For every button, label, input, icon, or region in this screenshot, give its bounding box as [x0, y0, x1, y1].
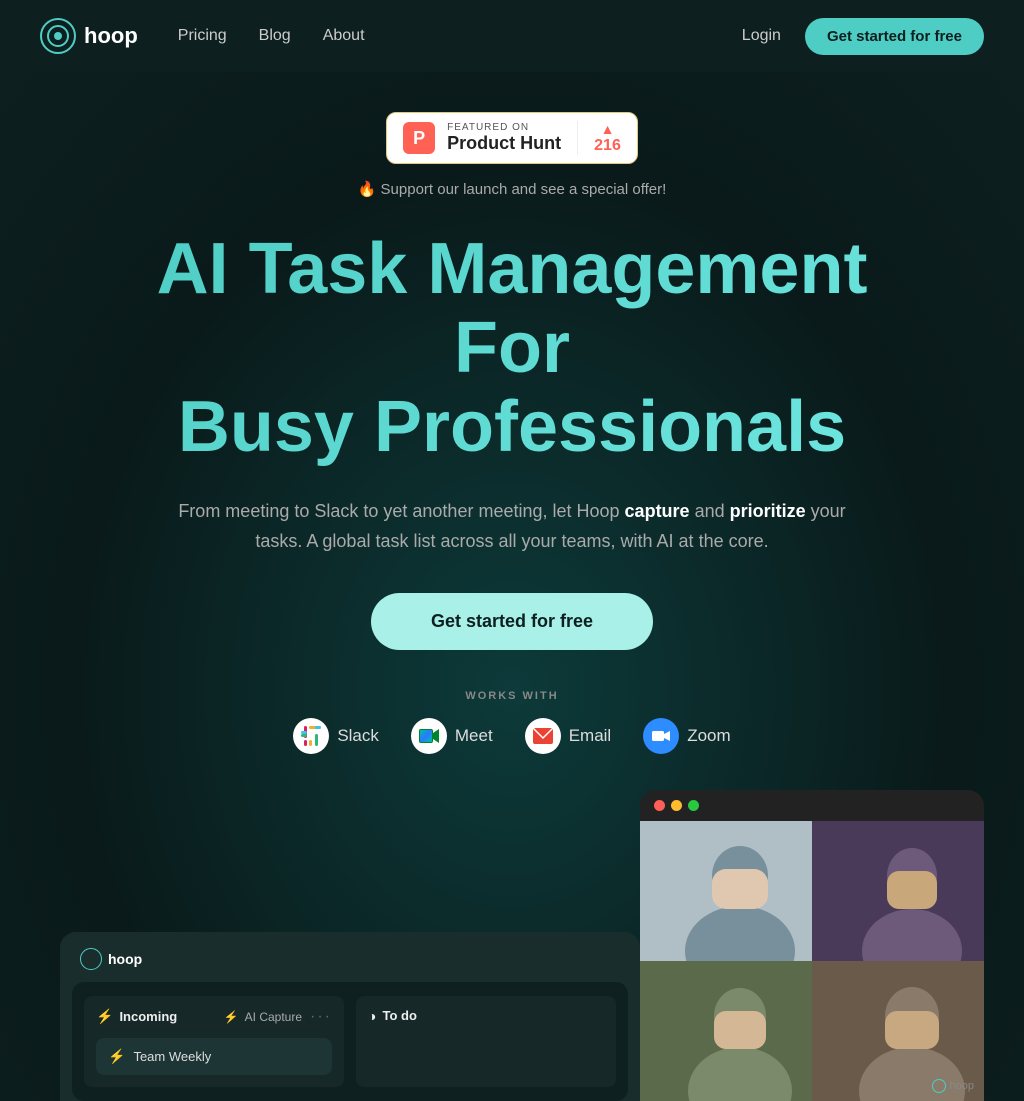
hero-subtext: From meeting to Slack to yet another mee… [172, 496, 852, 557]
ph-vote-count: 216 [594, 137, 621, 155]
task-label: Team Weekly [133, 1049, 211, 1064]
integration-zoom: Zoom [643, 718, 730, 754]
nav-link-blog[interactable]: Blog [259, 27, 291, 45]
email-label: Email [569, 726, 612, 746]
logo[interactable]: hoop [40, 18, 138, 54]
meet-icon [411, 718, 447, 754]
task-team-weekly[interactable]: ⚡ Team Weekly [96, 1038, 332, 1075]
app-col-incoming: ⚡ Incoming ⚡ AI Capture ··· ⚡ [84, 996, 344, 1087]
zoom-label: Zoom [687, 726, 730, 746]
hero-heading-line2: Busy Professionals [178, 387, 846, 467]
hero-heading-line1: AI Task Management For [157, 229, 868, 388]
todo-icon: ◑ [368, 1008, 376, 1024]
meet-label: Meet [455, 726, 493, 746]
logo-text: hoop [84, 23, 138, 49]
ph-subtitle: 🔥 Support our launch and see a special o… [358, 180, 667, 198]
hero-bold-capture: capture [625, 501, 690, 521]
hero-bold-prioritize: prioritize [730, 501, 806, 521]
login-link[interactable]: Login [742, 27, 781, 45]
incoming-title: ⚡ Incoming [96, 1008, 177, 1025]
todo-label: To do [382, 1008, 416, 1023]
app-logo-text: hoop [108, 951, 142, 967]
ai-capture-label: AI Capture [245, 1010, 302, 1024]
video-screenshot: hoop [640, 790, 984, 1101]
slack-label: Slack [337, 726, 379, 746]
col1-dots[interactable]: ··· [310, 1008, 332, 1026]
video-cell-1 [640, 821, 812, 961]
integrations-list: Slack [293, 718, 730, 754]
ph-votes-block: ▲ 216 [577, 121, 621, 155]
integration-email: Email [525, 718, 612, 754]
watermark-icon [932, 1079, 946, 1093]
works-with-section: WORKS WITH Slack [293, 690, 730, 754]
ai-capture-icon: ⚡ [224, 1010, 239, 1024]
app-logo-small: hoop [80, 948, 142, 970]
app-col-incoming-header: ⚡ Incoming ⚡ AI Capture ··· [96, 1008, 332, 1026]
window-dot-red [654, 800, 665, 811]
hero-heading: AI Task Management For Busy Professional… [122, 230, 902, 468]
ph-upvote-arrow: ▲ [601, 121, 615, 137]
ph-featured-label: FEATURED ON [447, 122, 561, 133]
ph-product-name: Product Hunt [447, 133, 561, 154]
integration-slack: Slack [293, 718, 379, 754]
integration-meet: Meet [411, 718, 493, 754]
hero-cta-button[interactable]: Get started for free [371, 593, 653, 650]
nav-right: Login Get started for free [742, 18, 984, 55]
app-screenshot: hoop ⚡ Incoming ⚡ AI Capture [60, 932, 640, 1101]
logo-icon [40, 18, 76, 54]
slack-icon [293, 718, 329, 754]
email-icon [525, 718, 561, 754]
app-logo-icon [80, 948, 102, 970]
nav-links: Pricing Blog About [178, 27, 365, 45]
nav-cta-button[interactable]: Get started for free [805, 18, 984, 55]
video-cell-3 [640, 961, 812, 1101]
zoom-icon [643, 718, 679, 754]
app-body: ⚡ Incoming ⚡ AI Capture ··· ⚡ [72, 982, 628, 1101]
window-dot-yellow [671, 800, 682, 811]
window-dot-green [688, 800, 699, 811]
app-col-todo-header: ◑ To do [368, 1008, 604, 1024]
hero-section: P FEATURED ON Product Hunt ▲ 216 🔥 Suppo… [0, 72, 1024, 1101]
incoming-icon: ⚡ [96, 1008, 113, 1025]
nav-link-about[interactable]: About [323, 27, 365, 45]
ph-p-letter: P [403, 122, 435, 154]
ai-capture-pill: ⚡ AI Capture [224, 1010, 302, 1024]
video-grid [640, 821, 984, 1101]
video-titlebar [640, 790, 984, 821]
task-icon: ⚡ [108, 1048, 125, 1065]
nav-link-pricing[interactable]: Pricing [178, 27, 227, 45]
ph-text-block: FEATURED ON Product Hunt [447, 122, 561, 154]
works-with-label: WORKS WITH [465, 690, 558, 702]
video-cell-2 [812, 821, 984, 961]
product-hunt-badge[interactable]: P FEATURED ON Product Hunt ▲ 216 [386, 112, 638, 164]
app-col-todo: ◑ To do [356, 996, 616, 1087]
todo-title: ◑ To do [368, 1008, 417, 1024]
video-watermark: hoop [932, 1079, 974, 1093]
screenshots-row: hoop ⚡ Incoming ⚡ AI Capture [40, 790, 984, 1101]
navbar: hoop Pricing Blog About Login Get starte… [0, 0, 1024, 72]
app-titlebar: hoop [60, 932, 640, 982]
watermark-text: hoop [950, 1080, 974, 1092]
nav-left: hoop Pricing Blog About [40, 18, 365, 54]
incoming-label: Incoming [119, 1009, 177, 1024]
